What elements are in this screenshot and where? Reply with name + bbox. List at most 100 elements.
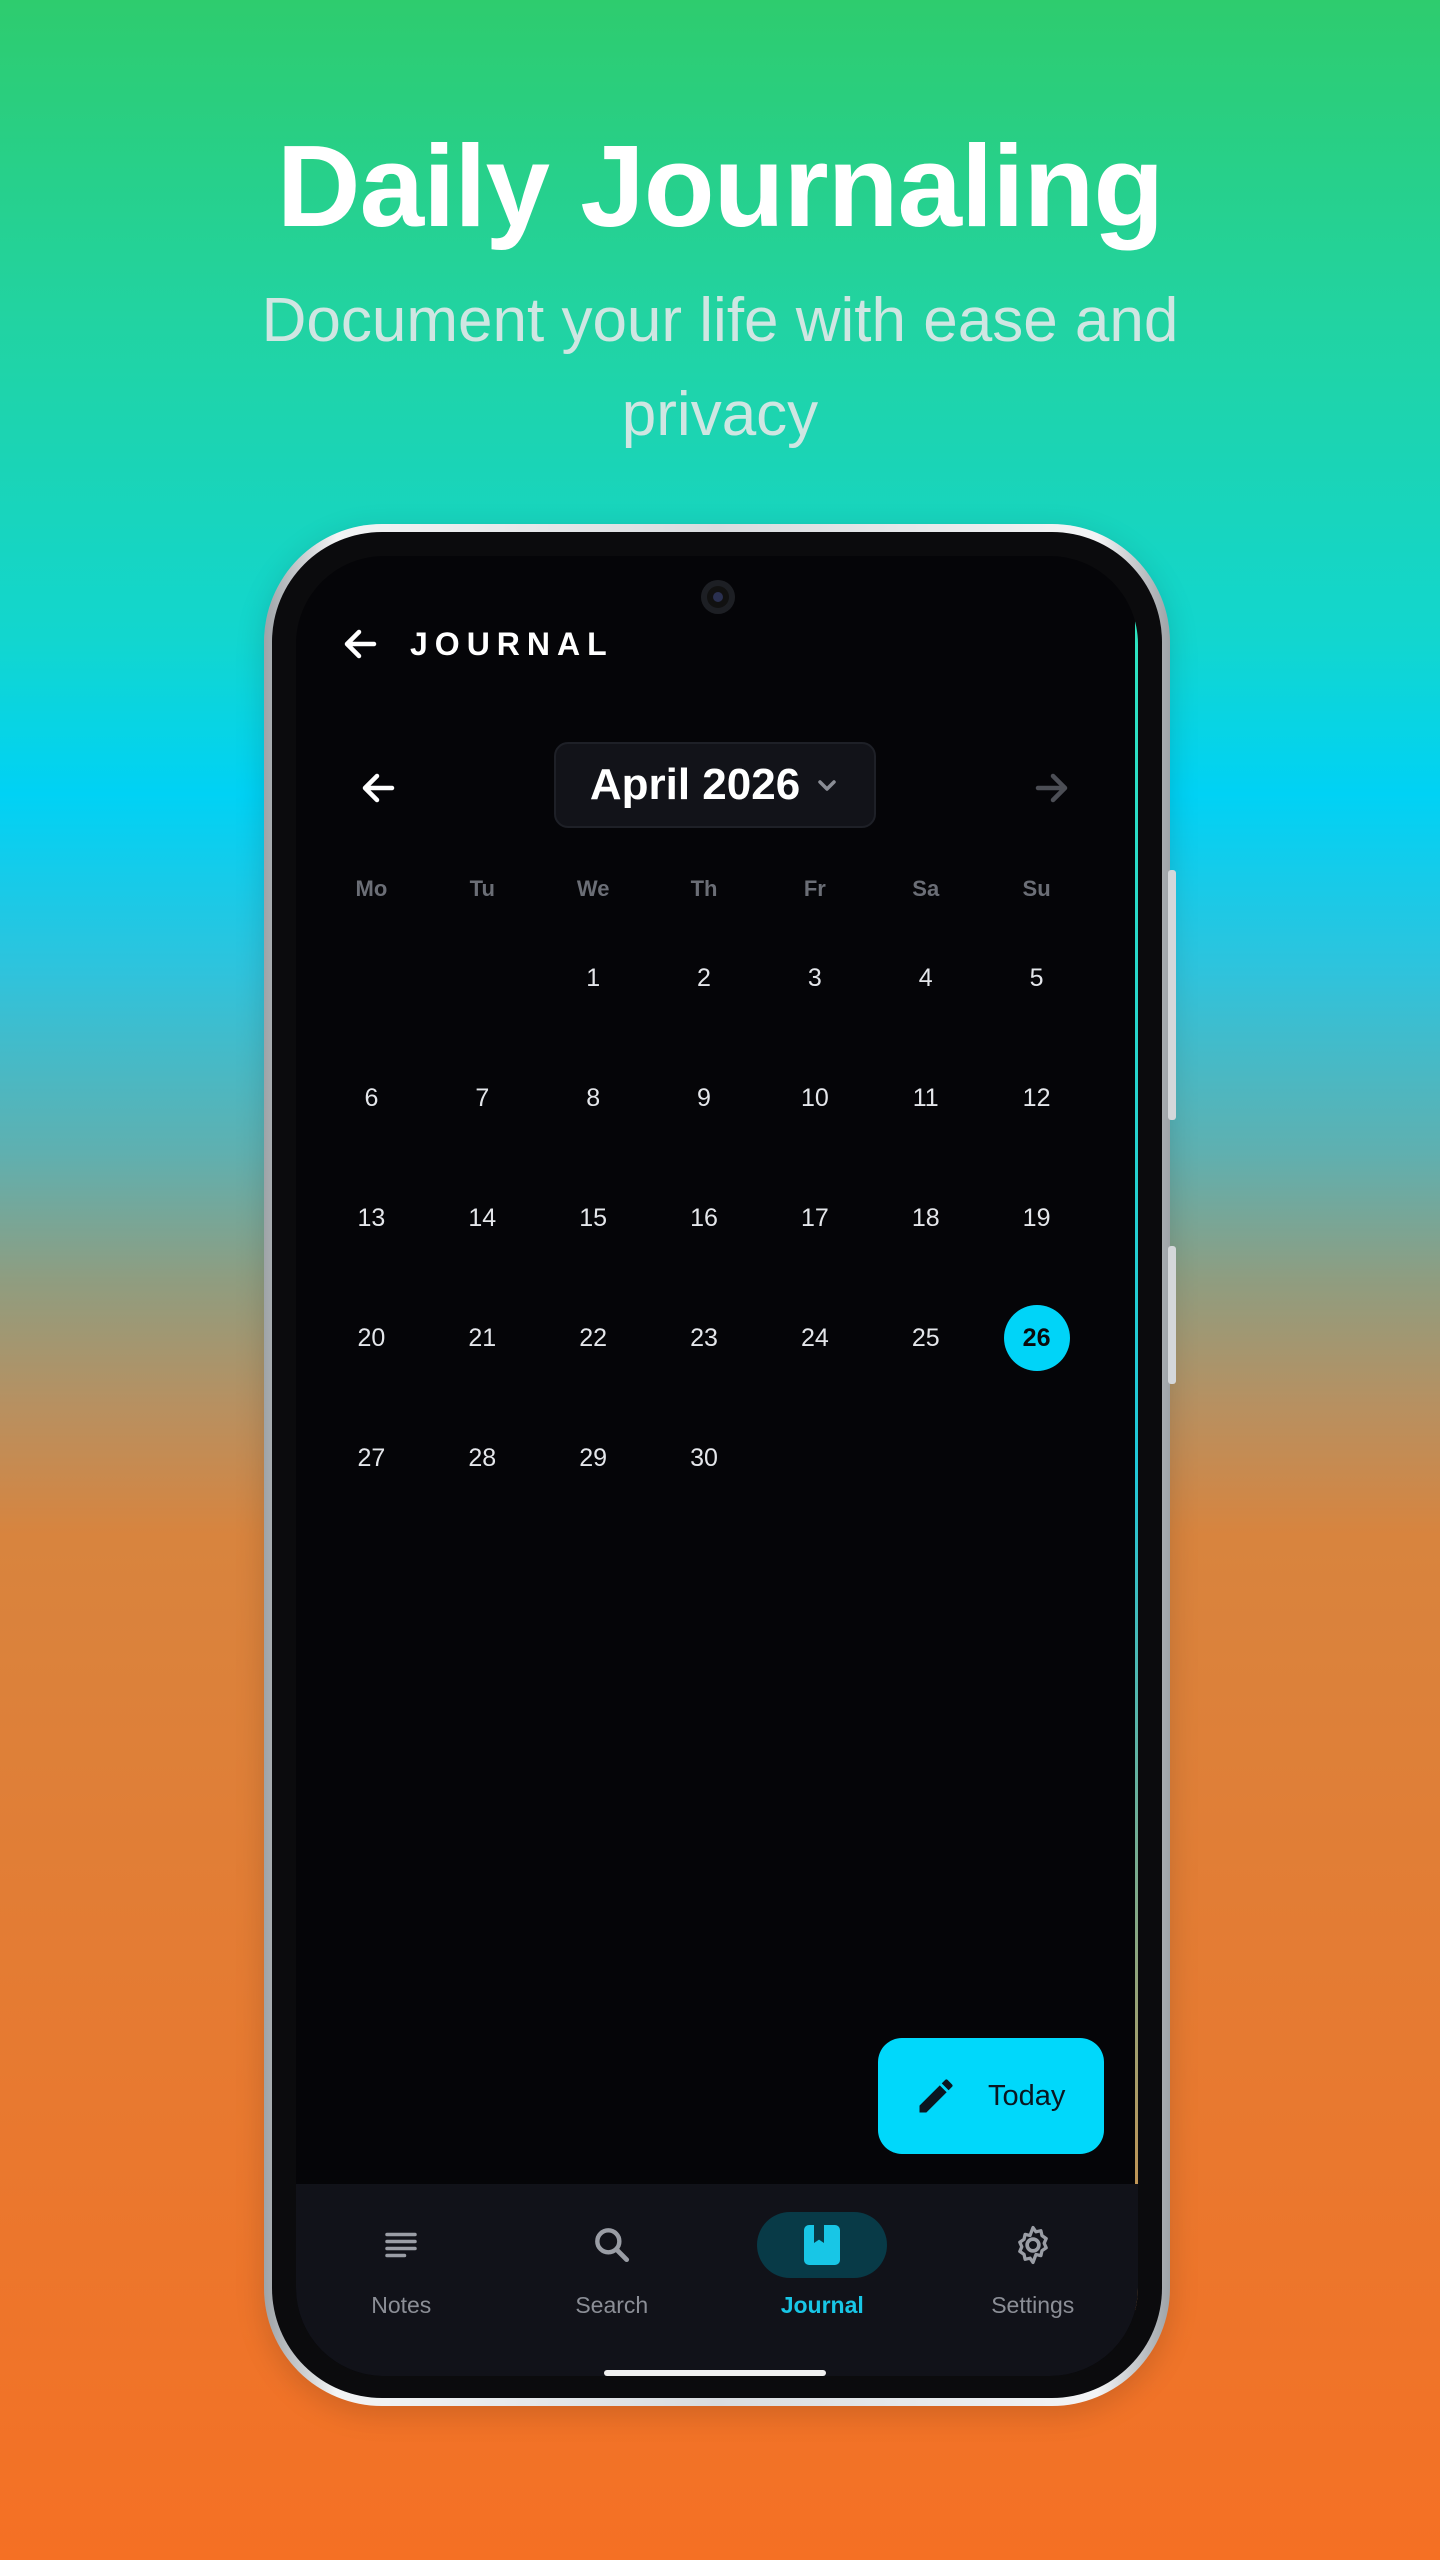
day-number: 19 (1022, 1203, 1051, 1232)
calendar-day[interactable]: 18 (870, 1185, 981, 1251)
calendar-day[interactable]: 6 (316, 1065, 427, 1131)
calendar-day[interactable]: 4 (870, 945, 981, 1011)
calendar-day[interactable]: 7 (427, 1065, 538, 1131)
calendar-week-row: 1 2 3 4 5 (316, 918, 1092, 1038)
calendar-day[interactable]: 23 (649, 1305, 760, 1371)
calendar-grid: 1 2 3 4 5 6 7 8 9 10 11 12 13 14 15 16 17 18 19 20 21 22 23 24 2… (316, 918, 1092, 1518)
calendar-day[interactable]: 2 (649, 945, 760, 1011)
nav-item-journal[interactable]: Journal (717, 2184, 928, 2324)
weekday-label: Th (690, 876, 718, 901)
nav-item-search[interactable]: Search (507, 2184, 718, 2324)
previous-month-button[interactable] (350, 760, 406, 816)
day-number: 1 (586, 963, 601, 992)
month-label: April 2026 (589, 760, 801, 809)
calendar-day[interactable]: 13 (316, 1185, 427, 1251)
weekday-label: Fr (803, 876, 826, 901)
calendar-day[interactable]: 15 (538, 1185, 649, 1251)
weekday-label: Mo (355, 876, 388, 901)
calendar-week-row: 20 21 22 23 24 25 26 (316, 1278, 1092, 1398)
pencil-icon (919, 2079, 953, 2113)
day-number: 26 (1003, 1305, 1070, 1371)
calendar-week-row: 13 14 15 16 17 18 19 (316, 1158, 1092, 1278)
app-bar: JOURNAL (296, 606, 1138, 682)
calendar-day[interactable]: 16 (649, 1185, 760, 1251)
month-navigator: April 2026 (296, 742, 1138, 832)
today-label: Today (988, 2079, 1066, 2112)
calendar-day[interactable]: 5 (981, 945, 1092, 1011)
arrow-left-icon (362, 773, 395, 803)
calendar-day[interactable]: 28 (427, 1425, 538, 1491)
day-number: 17 (800, 1203, 829, 1232)
day-number: 27 (357, 1443, 386, 1472)
empty-day-cell (870, 1425, 981, 1491)
calendar-day[interactable]: 14 (427, 1185, 538, 1251)
calendar-day[interactable]: 30 (649, 1425, 760, 1491)
nav-item-notes[interactable]: Notes (296, 2184, 507, 2324)
day-number: 30 (690, 1443, 718, 1472)
day-number: 5 (1029, 963, 1044, 992)
page-title: JOURNAL (410, 626, 614, 662)
nav-item-settings[interactable]: Settings (928, 2184, 1139, 2324)
calendar-day[interactable]: 3 (759, 945, 870, 1011)
calendar-day[interactable]: 25 (870, 1305, 981, 1371)
day-number: 13 (357, 1203, 386, 1232)
today-entry-button[interactable]: Today (878, 2038, 1104, 2154)
power-button (1168, 870, 1176, 1120)
notes-icon (385, 2232, 417, 2258)
calendar-day[interactable]: 22 (538, 1305, 649, 1371)
volume-button (1168, 1246, 1176, 1384)
next-month-button[interactable] (1024, 760, 1080, 816)
weekday-label: Sa (912, 876, 940, 901)
empty-day-cell (981, 1425, 1092, 1491)
calendar-week-row: 27 28 29 30 (316, 1398, 1092, 1518)
hero-subtitle: Document your life with ease and privacy (261, 286, 1179, 449)
day-number: 8 (586, 1083, 601, 1112)
day-number: 22 (579, 1323, 608, 1352)
calendar-day[interactable]: 8 (538, 1065, 649, 1131)
calendar-day-selected[interactable]: 26 (981, 1305, 1092, 1371)
day-number: 14 (468, 1203, 497, 1232)
day-number: 23 (690, 1323, 718, 1352)
gear-icon (1017, 2225, 1048, 2265)
calendar-day[interactable]: 19 (981, 1185, 1092, 1251)
weekday-label: Tu (469, 876, 495, 901)
month-picker-button[interactable]: April 2026 (554, 742, 876, 828)
weekday-header: Mo Tu We Th Fr Sa Su (316, 876, 1092, 902)
calendar-day[interactable]: 24 (759, 1305, 870, 1371)
calendar-day[interactable]: 27 (316, 1425, 427, 1491)
day-number: 25 (911, 1323, 940, 1352)
edge-glow (1135, 596, 1138, 2336)
calendar-day[interactable]: 21 (427, 1305, 538, 1371)
calendar-day[interactable]: 1 (538, 945, 649, 1011)
day-number: 21 (468, 1323, 497, 1352)
calendar-day[interactable]: 17 (759, 1185, 870, 1251)
day-number: 6 (364, 1083, 379, 1112)
calendar-week-row: 6 7 8 9 10 11 12 (316, 1038, 1092, 1158)
search-icon (594, 2228, 629, 2263)
day-number: 11 (912, 1083, 939, 1112)
back-button[interactable] (332, 616, 388, 672)
calendar-day[interactable]: 9 (649, 1065, 760, 1131)
empty-day-cell (427, 945, 538, 1011)
empty-day-cell (316, 945, 427, 1011)
day-number: 15 (579, 1203, 608, 1232)
calendar-day[interactable]: 29 (538, 1425, 649, 1491)
day-number: 29 (579, 1443, 608, 1472)
calendar-day[interactable]: 11 (870, 1065, 981, 1131)
home-indicator[interactable] (604, 2370, 826, 2376)
day-number: 20 (357, 1323, 386, 1352)
nav-label: Settings (991, 2292, 1075, 2318)
bottom-navigation: Notes Search Journal Settings (296, 2184, 1138, 2376)
day-number: 10 (800, 1083, 829, 1112)
weekday-label: We (576, 876, 610, 901)
day-number: 24 (800, 1323, 829, 1352)
calendar-day[interactable]: 10 (759, 1065, 870, 1131)
empty-day-cell (759, 1425, 870, 1491)
calendar-day[interactable]: 12 (981, 1065, 1092, 1131)
arrow-left-icon (344, 629, 377, 659)
nav-label: Notes (371, 2292, 432, 2318)
day-number: 3 (807, 963, 822, 992)
calendar-day[interactable]: 20 (316, 1305, 427, 1371)
phone-screen: JOURNAL April 2026 Mo Tu We Th Fr Sa Su … (296, 556, 1138, 2376)
nav-label: Journal (780, 2292, 864, 2318)
